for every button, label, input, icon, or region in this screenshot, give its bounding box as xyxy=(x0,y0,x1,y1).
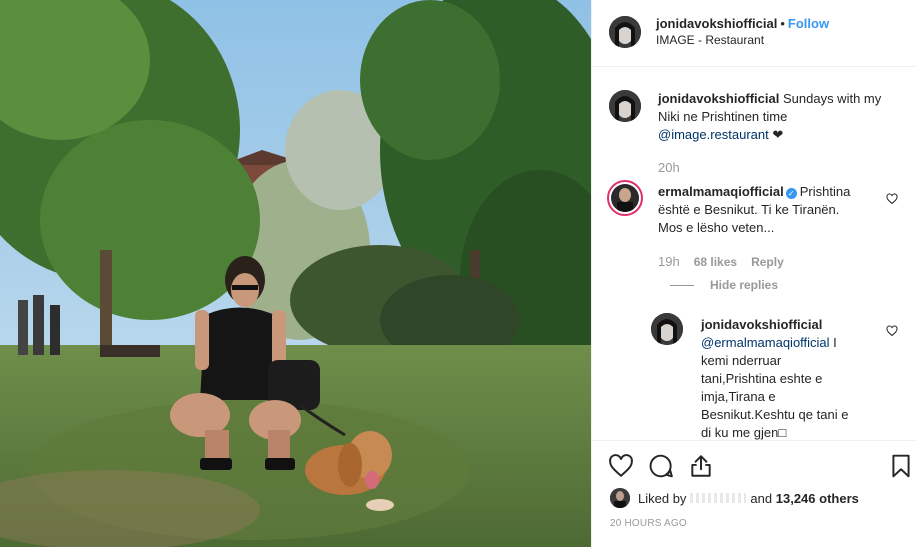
reply-body-3: imja,Tirana e xyxy=(701,389,776,404)
likes-count-link[interactable]: 13,246 others xyxy=(776,491,859,506)
verified-badge-icon: ✓ xyxy=(785,188,797,199)
post-side-panel: jonidavokshiofficial • Follow IMAGE - Rest… xyxy=(591,0,916,547)
author-username[interactable]: jonidavokshiofficial xyxy=(656,16,777,31)
comment-text: ermalmamaqiofficial ✓ Prishtina është e Be… xyxy=(658,183,883,237)
liked-by: Liked by and 13,246 others xyxy=(610,488,859,508)
caption-time[interactable]: 20h xyxy=(658,160,680,175)
separator-dot: • xyxy=(780,16,785,31)
location-link[interactable]: IMAGE - Restaurant xyxy=(656,33,764,47)
bookmark-icon[interactable] xyxy=(888,453,914,479)
heart-emoji: ❤ xyxy=(772,127,784,142)
comment-like-heart-icon[interactable] xyxy=(886,193,898,205)
post-photo[interactable] xyxy=(0,0,591,547)
post-actions: Liked by and 13,246 others 20 HOURS AGO xyxy=(592,440,916,547)
reply-body-4: Besnikut.Keshtu qe tani e xyxy=(701,407,849,422)
commenter-avatar[interactable] xyxy=(607,180,643,216)
reply-body-1: kemi nderruar xyxy=(701,353,782,368)
comments-list[interactable]: jonidavokshiofficial Sundays with my Nik… xyxy=(592,68,916,440)
reply-text: jonidavokshiofficial @ermalmamaqiofficia… xyxy=(701,316,866,440)
caption-mention[interactable]: @image.restaurant xyxy=(658,127,769,142)
liked-by-and: and xyxy=(750,490,773,506)
comment-reply-button[interactable]: Reply xyxy=(751,255,784,269)
post-header: jonidavokshiofficial • Follow IMAGE - Rest… xyxy=(592,0,916,67)
liked-by-prefix: Liked by xyxy=(638,490,687,506)
hide-replies-button[interactable]: Hide replies xyxy=(670,278,792,292)
heart-icon[interactable] xyxy=(608,453,634,479)
caption-author[interactable]: jonidavokshiofficial xyxy=(658,91,779,106)
caption-author-avatar[interactable] xyxy=(609,90,641,122)
comment-body-1: Prishtina xyxy=(799,184,851,199)
comment-icon[interactable] xyxy=(648,453,674,479)
comment-likes[interactable]: 68 likes xyxy=(694,255,737,269)
caption-text: jonidavokshiofficial Sundays with my Nik… xyxy=(658,90,903,144)
reply-mention[interactable]: @ermalmamaqiofficial xyxy=(701,335,830,350)
caption-body-1: Sundays with my xyxy=(782,91,882,106)
reply-body-2: tani,Prishtina eshte e xyxy=(701,371,823,386)
reply-body-5: di ku me gjen□ xyxy=(701,425,787,440)
caption-body-2: Niki ne Prishtinen time xyxy=(658,109,788,124)
post-photo-image xyxy=(0,0,591,547)
reply-like-heart-icon[interactable] xyxy=(886,325,898,337)
hide-replies-label: Hide replies xyxy=(710,278,779,292)
share-icon[interactable] xyxy=(688,453,714,479)
comment-meta: 19h 68 likes Reply xyxy=(658,254,798,269)
comment-author[interactable]: ermalmamaqiofficial xyxy=(658,184,784,199)
hide-replies-line xyxy=(670,284,694,286)
reply-body-0: I xyxy=(829,335,837,350)
reply-author[interactable]: jonidavokshiofficial xyxy=(701,317,822,332)
redacted-username xyxy=(690,493,747,503)
liker-avatar[interactable] xyxy=(610,488,630,508)
comment-time[interactable]: 19h xyxy=(658,254,680,269)
author-avatar[interactable] xyxy=(609,16,641,48)
reply-author-avatar[interactable] xyxy=(651,313,683,345)
follow-button[interactable]: Follow xyxy=(788,16,829,31)
post-timestamp[interactable]: 20 HOURS AGO xyxy=(610,518,687,529)
comment-body-3: Mos e lësho veten... xyxy=(658,220,775,235)
comment-body-2: është e Besnikut. Ti ke Tiranën. xyxy=(658,202,840,217)
header-title: jonidavokshiofficial • Follow xyxy=(656,16,829,31)
